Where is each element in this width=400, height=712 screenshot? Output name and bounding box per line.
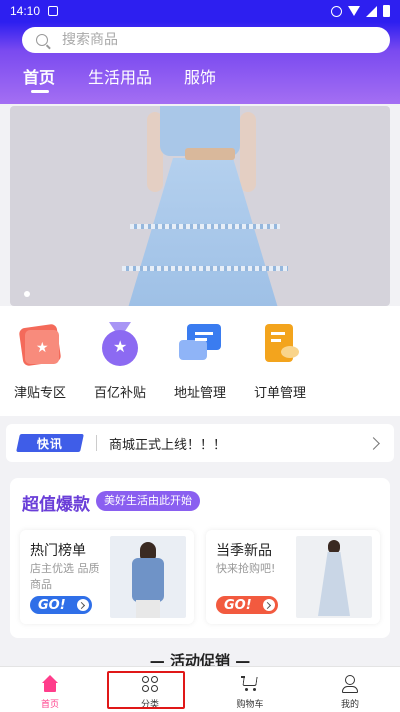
news-badge: 快讯	[16, 434, 84, 452]
notification-icon	[48, 6, 59, 16]
carousel-dot[interactable]	[24, 291, 30, 297]
dnd-icon	[331, 5, 342, 17]
divider	[96, 435, 97, 451]
search-icon	[36, 34, 48, 46]
active-tab-indicator	[31, 90, 49, 93]
news-text: 商城正式上线！！！	[109, 437, 227, 453]
banner-dress-lace	[130, 224, 280, 229]
search-input[interactable]	[62, 32, 322, 48]
order-list-icon	[257, 322, 303, 368]
star-medal-icon: ★	[97, 322, 143, 368]
card-desc: 快来抢购吧!	[216, 562, 276, 575]
status-time: 14:10	[10, 4, 41, 18]
tab-home[interactable]: 首页	[23, 64, 55, 88]
banner-carousel[interactable]	[10, 106, 390, 306]
quick-link-label: 地址管理	[173, 386, 226, 401]
arrow-right-icon	[263, 599, 275, 611]
header: 首页 生活用品 服饰	[0, 22, 400, 104]
quick-links: ★ 津贴专区 ★ 百亿补贴 地址管理 订单管理	[0, 306, 400, 416]
nav-label: 购物车	[236, 700, 264, 710]
tab-clothing[interactable]: 服饰	[184, 64, 216, 88]
quick-link-allowance[interactable]: ★ 津贴专区	[2, 322, 78, 401]
quick-link-label: 订单管理	[253, 386, 306, 401]
quick-link-address[interactable]: 地址管理	[162, 322, 238, 401]
banner-model-arm	[240, 112, 256, 192]
arrow-right-icon	[77, 599, 89, 611]
nav-cart[interactable]: 购物车	[200, 667, 300, 712]
home-icon	[41, 675, 59, 693]
product-image[interactable]	[110, 536, 186, 618]
nav-home[interactable]: 首页	[0, 667, 100, 712]
hot-deals-section: 超值爆款 美好生活由此开始 热门榜单 店主优选 品质商品 GO! 当季新品 快来…	[10, 478, 390, 638]
banner-dress-belt	[185, 148, 235, 160]
battery-icon	[383, 5, 390, 17]
cart-icon	[241, 675, 259, 693]
chat-bubble-icon	[177, 322, 223, 368]
tab-daily-goods[interactable]: 生活用品	[88, 64, 152, 88]
status-icons	[331, 5, 390, 17]
quick-link-label: 百亿补贴	[93, 386, 146, 401]
section-title: 超值爆款	[22, 495, 90, 515]
card-desc: 店主优选 品质商品	[30, 562, 100, 591]
hot-list-card[interactable]: 热门榜单 店主优选 品质商品 GO!	[20, 530, 194, 624]
signal-icon	[366, 5, 377, 17]
nav-label: 我的	[340, 700, 359, 710]
selection-highlight	[107, 671, 185, 709]
nav-profile[interactable]: 我的	[300, 667, 400, 712]
chevron-right-icon[interactable]	[367, 436, 380, 450]
coupon-icon: ★	[17, 322, 63, 368]
go-button[interactable]: GO!	[216, 596, 278, 614]
quick-link-label: 津贴专区	[13, 386, 66, 401]
search-bar[interactable]	[22, 27, 390, 53]
wifi-icon	[348, 6, 360, 16]
quick-link-orders[interactable]: 订单管理	[242, 322, 318, 401]
status-bar: 14:10	[0, 0, 400, 22]
go-button[interactable]: GO!	[30, 596, 92, 614]
nav-label: 首页	[40, 700, 59, 710]
quick-link-subsidy[interactable]: ★ 百亿补贴	[82, 322, 158, 401]
product-image[interactable]	[296, 536, 372, 618]
bottom-nav: 首页 分类 购物车 我的	[0, 666, 400, 712]
user-icon	[341, 675, 359, 693]
card-title: 热门榜单	[30, 543, 86, 559]
news-ticker[interactable]: 快讯 商城正式上线！！！	[6, 424, 394, 462]
card-title: 当季新品	[216, 543, 272, 559]
new-arrivals-card[interactable]: 当季新品 快来抢购吧! GO!	[206, 530, 380, 624]
banner-dress-lace	[122, 266, 288, 271]
category-tabs: 首页 生活用品 服饰	[0, 62, 400, 98]
section-subtitle: 美好生活由此开始	[96, 491, 200, 511]
